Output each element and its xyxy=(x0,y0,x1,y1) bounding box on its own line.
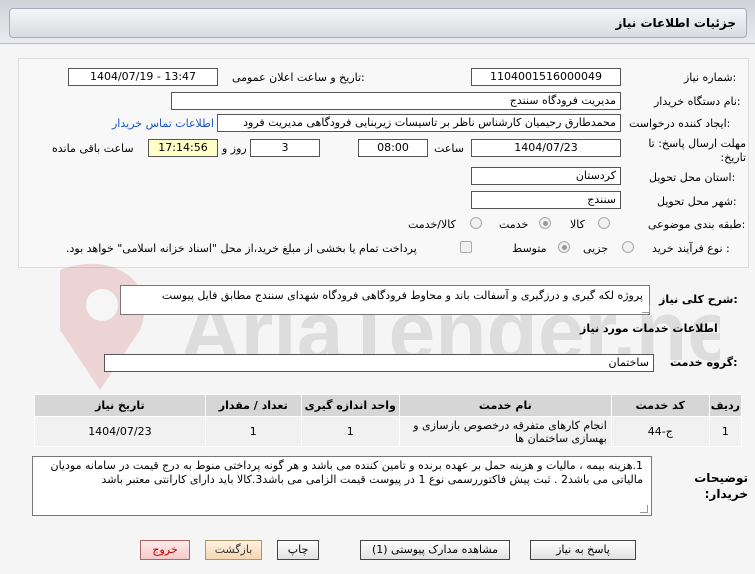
need-number-field[interactable]: 1104001516000049 xyxy=(471,68,621,86)
cell-qty: 1 xyxy=(204,416,302,447)
buyer-notes-label: توضیحات خریدار: xyxy=(694,471,748,501)
summary-field[interactable]: پروژه لکه گیری و درزگیری و آسفالت باند و… xyxy=(120,285,650,315)
process-option-medium-label: متوسط xyxy=(512,242,547,255)
back-button[interactable]: بازگشت xyxy=(205,540,262,560)
days-label: روز و xyxy=(222,142,247,155)
respond-button[interactable]: پاسخ به نیاز xyxy=(530,540,636,560)
category-option-both-radio[interactable] xyxy=(470,217,482,229)
process-label: نوع فرآیند خرید : xyxy=(652,242,730,255)
services-section-title: اطلاعات خدمات مورد نیاز xyxy=(580,322,718,335)
cell-index: 1 xyxy=(708,416,743,447)
cell-date: 1404/07/23 xyxy=(34,416,206,447)
remaining-time-label: ساعت باقی مانده xyxy=(52,142,134,155)
cell-name: انجام کارهای متفرقه درخصوص بازسازی و بهس… xyxy=(398,416,612,447)
summary-label: شرح کلی نیاز: xyxy=(659,293,738,306)
category-option-both-label: کالا/خدمت xyxy=(408,218,456,231)
process-option-minor-label: جزیی xyxy=(583,242,609,255)
services-table-header: ردیف کد خدمت نام خدمت واحد اندازه گیری ت… xyxy=(34,394,743,417)
services-table: ردیف کد خدمت نام خدمت واحد اندازه گیری ت… xyxy=(34,394,743,447)
creator-label: ایجاد کننده درخواست: xyxy=(629,117,731,130)
city-label: شهر محل تحویل: xyxy=(657,195,737,208)
summary-resize-handle[interactable] xyxy=(642,305,650,313)
deadline-label: مهلت ارسال پاسخ: تا تاریخ: xyxy=(648,137,746,164)
buyer-org-field[interactable]: مدیریت فرودگاه سنندج xyxy=(171,92,621,110)
cell-code: ج-44 xyxy=(610,416,710,447)
remaining-time-field: 17:14:56 xyxy=(148,139,218,157)
buyer-notes-field[interactable]: 1.هزینه بیمه ، مالیات و هزینه حمل بر عهد… xyxy=(32,456,652,516)
category-option-goods-label: کالا xyxy=(570,218,585,231)
exit-button[interactable]: خروج xyxy=(140,540,190,560)
category-option-service-radio[interactable] xyxy=(539,217,551,229)
province-field[interactable]: کردستان xyxy=(471,167,621,185)
need-number-label: شماره نیاز: xyxy=(684,71,737,84)
category-option-service-label: خدمت xyxy=(499,218,529,231)
service-group-field[interactable]: ساختمان xyxy=(104,354,654,372)
col-date: تاریخ نیاز xyxy=(34,394,206,417)
province-label: استان محل تحویل: xyxy=(649,171,736,184)
header-bar: جزئیات اطلاعات نیاز xyxy=(0,0,755,44)
announce-date-field[interactable]: 1404/07/19 - 13:47 xyxy=(68,68,218,86)
col-name: نام خدمت xyxy=(398,394,612,417)
city-field[interactable]: سنندج xyxy=(471,191,621,209)
page-title: جزئیات اطلاعات نیاز xyxy=(615,16,736,30)
col-unit: واحد اندازه گیری xyxy=(300,394,400,417)
service-group-label: گروه خدمت: xyxy=(670,356,738,369)
print-button[interactable]: چاپ xyxy=(277,540,319,560)
creator-field[interactable]: محمدطارق رحیمیان کارشناس ناظر بر تاسیسات… xyxy=(217,114,621,132)
col-index: ردیف xyxy=(708,394,743,417)
buyer-contact-link[interactable]: اطلاعات تماس خریدار xyxy=(112,117,214,130)
process-option-minor-radio[interactable] xyxy=(622,241,634,253)
table-row: 1 ج-44 انجام کارهای متفرقه درخصوص بازساز… xyxy=(34,416,743,447)
header-panel: جزئیات اطلاعات نیاز xyxy=(9,8,747,38)
category-option-goods-radio[interactable] xyxy=(598,217,610,229)
notes-resize-handle[interactable] xyxy=(640,505,648,513)
category-label: طبقه بندی موضوعی: xyxy=(648,218,746,231)
deadline-time-field[interactable]: 08:00 xyxy=(358,139,428,157)
deadline-date-field[interactable]: 1404/07/23 xyxy=(471,139,621,157)
col-qty: تعداد / مقدار xyxy=(204,394,302,417)
deadline-time-label: ساعت xyxy=(434,142,464,155)
days-remaining-field[interactable]: 3 xyxy=(250,139,320,157)
treasury-checkbox[interactable] xyxy=(460,241,472,253)
announce-label: تاریخ و ساعت اعلان عمومی: xyxy=(232,71,365,84)
treasury-note: پرداخت تمام یا بخشی از مبلغ خرید،از محل … xyxy=(66,242,417,255)
cell-unit: 1 xyxy=(300,416,400,447)
process-option-medium-radio[interactable] xyxy=(558,241,570,253)
col-code: کد خدمت xyxy=(610,394,710,417)
buyer-org-label: نام دستگاه خریدار: xyxy=(654,95,741,108)
attachments-button[interactable]: مشاهده مدارک پیوستی (1) xyxy=(360,540,510,560)
